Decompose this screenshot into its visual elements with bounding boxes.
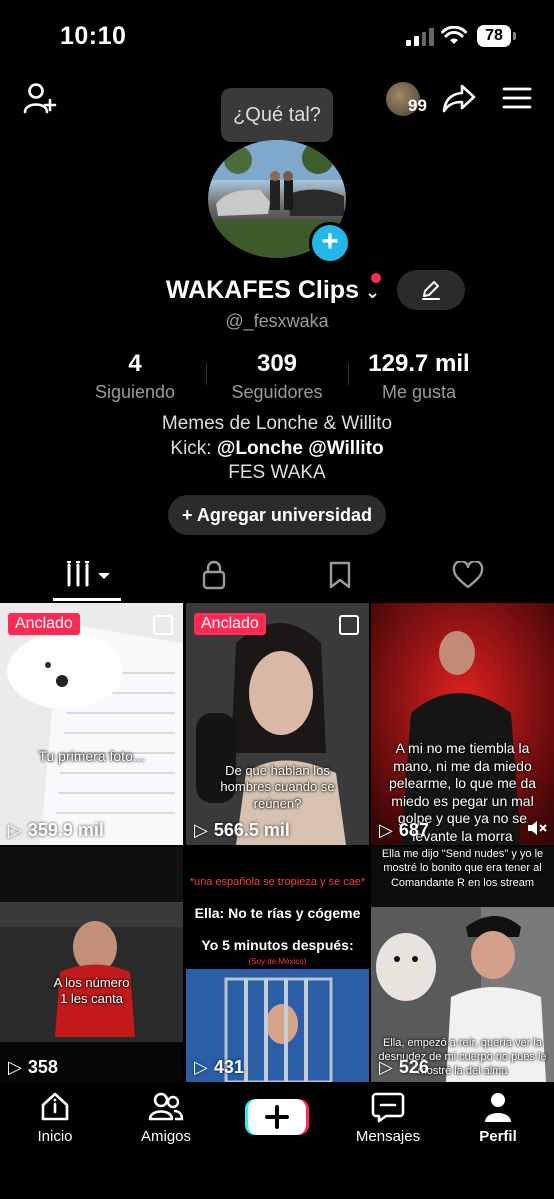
muted-icon xyxy=(528,821,547,835)
video-thumbnail xyxy=(0,902,183,1082)
video-tile[interactable]: A mi no me tiembla la mano, ni me da mie… xyxy=(371,603,554,845)
profile-name: WAKAFES Clips xyxy=(165,276,359,304)
followers-stat[interactable]: 309 Seguidores xyxy=(220,350,334,403)
video-caption: A los número 1 les canta xyxy=(53,975,130,1007)
view-count: ▷ 358 xyxy=(8,1057,58,1077)
following-stat[interactable]: 4 Siguiendo xyxy=(84,350,186,403)
bio-line-2: Kick: @Lonche @Willito xyxy=(0,438,554,460)
status-time: 10:10 xyxy=(60,22,127,50)
likes-count: 129.7 mil xyxy=(368,350,470,377)
bio-kick-label: Kick: xyxy=(170,438,217,459)
bookmark-icon xyxy=(329,561,351,589)
video-tile[interactable]: Ella me dijo "Send nudes" y yo le mostré… xyxy=(371,847,554,1082)
grid-icon xyxy=(66,561,110,587)
lock-icon xyxy=(202,560,226,590)
edit-profile-button[interactable] xyxy=(397,270,465,310)
video-tile[interactable]: *una española se tropieza y se cae* Ella… xyxy=(186,847,369,1082)
greeting-tooltip[interactable]: ¿Qué tal? xyxy=(221,88,333,150)
nav-profile[interactable]: Perfil xyxy=(453,1090,543,1145)
chevron-down-icon: ⌄ xyxy=(364,282,381,302)
wifi-icon xyxy=(441,26,467,44)
video-small-text: (Soy de México) xyxy=(248,957,307,966)
friends-icon xyxy=(148,1092,184,1121)
video-top-text: Ella me dijo "Send nudes" y yo le mostré… xyxy=(381,848,544,889)
battery-indicator: 78 xyxy=(477,25,516,47)
create-button[interactable] xyxy=(245,1097,309,1137)
followers-count: 309 xyxy=(256,350,298,377)
video-tile[interactable]: A los número 1 les canta ▷ 358 xyxy=(0,847,183,1082)
tab-videos[interactable] xyxy=(58,558,118,592)
profile-name-row[interactable]: WAKAFES Clips ⌄ xyxy=(0,276,554,305)
video-caption: Ella: No te rías y cógeme xyxy=(194,905,361,921)
likes-stat[interactable]: 129.7 mil Me gusta xyxy=(362,350,476,403)
profile-icon xyxy=(485,1093,511,1122)
bio-mentions[interactable]: @Lonche @Willito xyxy=(217,438,384,459)
nav-messages-label: Mensajes xyxy=(355,1128,421,1145)
heart-icon xyxy=(452,561,484,589)
followers-label: Seguidores xyxy=(231,382,323,402)
bio-line-1: Memes de Lonche & Willito xyxy=(161,413,393,434)
following-label: Siguiendo xyxy=(94,382,176,402)
add-story-button[interactable]: + xyxy=(309,222,351,264)
nav-friends-label: Amigos xyxy=(140,1128,192,1145)
messages-icon xyxy=(371,1092,405,1123)
view-count: ▷ 687 xyxy=(379,820,429,840)
play-icon: ▷ xyxy=(379,1057,393,1077)
video-thumbnail xyxy=(0,603,183,845)
view-count: ▷ 566.5 mil xyxy=(194,820,290,840)
video-top-text: *una española se tropieza y se cae* xyxy=(189,876,366,888)
play-icon: ▷ xyxy=(194,820,208,840)
bio-line-3: FES WAKA xyxy=(228,462,326,483)
play-icon: ▷ xyxy=(8,1057,22,1077)
multi-photo-icon xyxy=(339,615,359,635)
nav-messages[interactable]: Mensajes xyxy=(343,1090,433,1145)
video-caption: Tu primera foto... xyxy=(38,748,145,764)
play-icon: ▷ xyxy=(194,1057,208,1077)
share-icon[interactable] xyxy=(442,83,476,113)
nav-home-label: Inicio xyxy=(37,1128,73,1145)
play-icon: ▷ xyxy=(8,820,22,840)
stat-divider xyxy=(206,363,207,385)
likes-label: Me gusta xyxy=(381,382,457,402)
tab-liked[interactable] xyxy=(438,558,498,592)
following-count: 4 xyxy=(128,350,142,377)
pencil-icon xyxy=(422,281,440,300)
tab-saved[interactable] xyxy=(310,558,370,592)
add-friend-icon[interactable] xyxy=(22,82,58,114)
home-icon xyxy=(41,1092,69,1121)
view-count: ▷ 359.9 mil xyxy=(8,820,104,840)
notification-dot xyxy=(371,273,381,283)
add-university-button[interactable]: + Agregar universidad xyxy=(168,495,386,535)
menu-icon[interactable] xyxy=(502,86,532,110)
nav-friends[interactable]: Amigos xyxy=(121,1090,211,1145)
active-tab-indicator xyxy=(53,598,121,601)
video-tile[interactable]: Anclado De que hablan los hombres cuando… xyxy=(186,603,369,845)
play-icon: ▷ xyxy=(379,820,393,840)
video-caption: De que hablan los hombres cuando se reún… xyxy=(220,763,335,811)
nav-profile-label: Perfil xyxy=(479,1128,517,1145)
plus-icon xyxy=(245,1099,309,1135)
cellular-signal-icon xyxy=(406,28,434,46)
story-count: 99 xyxy=(408,96,427,115)
view-count: ▷ 526 xyxy=(379,1057,429,1077)
video-tile[interactable]: Anclado Tu primera foto... ▷ 359.9 mil xyxy=(0,603,183,845)
multi-photo-icon xyxy=(153,615,173,635)
video-caption-2: Yo 5 minutos después: xyxy=(201,937,354,953)
nav-home[interactable]: Inicio xyxy=(10,1090,100,1145)
tab-private[interactable] xyxy=(184,558,244,592)
view-count: ▷ 431 xyxy=(194,1057,244,1077)
profile-handle: @_fesxwaka xyxy=(225,311,329,331)
stat-divider xyxy=(348,363,349,385)
pinned-badge: Anclado xyxy=(194,613,266,635)
pinned-badge: Anclado xyxy=(8,613,80,635)
